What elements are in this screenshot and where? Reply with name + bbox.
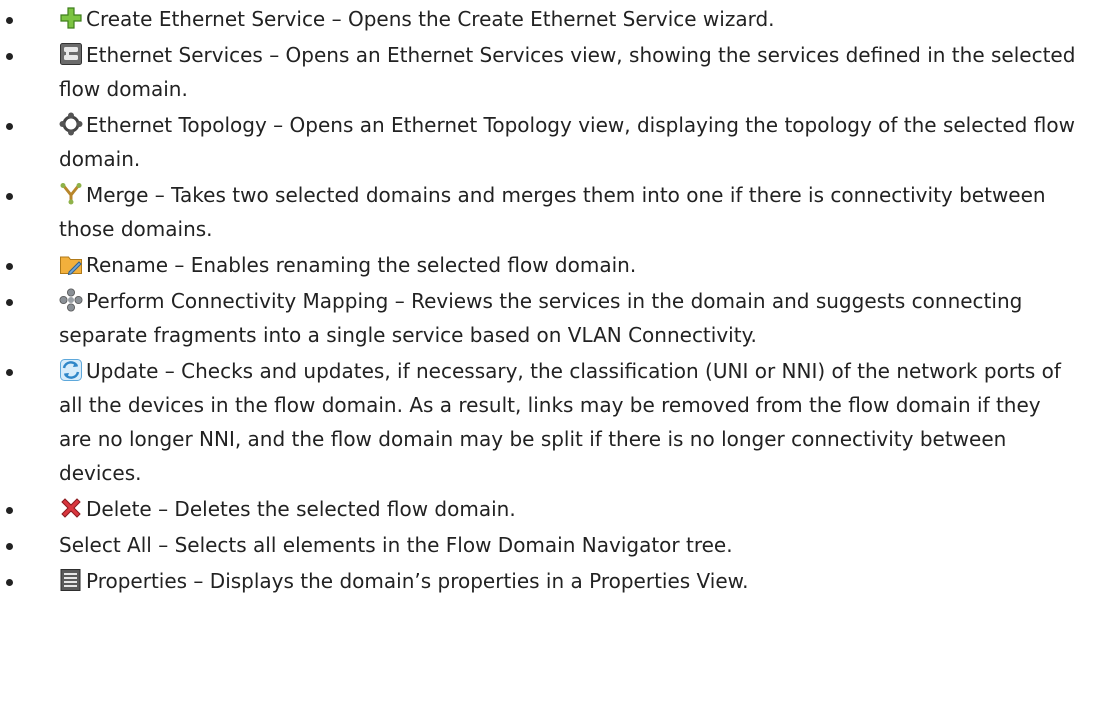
item-text: Perform Connectivity Mapping – Reviews t…	[59, 284, 1079, 352]
update-icon	[59, 358, 83, 382]
item-label: Select All – Selects all elements in the…	[59, 533, 733, 557]
item-label: Ethernet Topology – Opens an Ethernet To…	[59, 113, 1075, 171]
bullet	[6, 17, 13, 24]
ethernet-topology-icon	[59, 112, 83, 136]
ethernet-services-icon	[59, 42, 83, 66]
item-text: Ethernet Services – Opens an Ethernet Se…	[59, 38, 1079, 106]
item-text: Update – Checks and updates, if necessar…	[59, 354, 1079, 490]
delete-icon	[59, 496, 83, 520]
bullet	[6, 579, 13, 586]
item-label: Properties – Displays the domain’s prope…	[86, 569, 749, 593]
rename-icon	[59, 252, 83, 276]
item-text: Merge – Takes two selected domains and m…	[59, 178, 1079, 246]
item-text: Ethernet Topology – Opens an Ethernet To…	[59, 108, 1079, 176]
bullet	[6, 507, 13, 514]
item-text: Rename – Enables renaming the selected f…	[59, 248, 1079, 282]
connectivity-mapping-icon	[59, 288, 83, 312]
item-label: Delete – Deletes the selected flow domai…	[86, 497, 516, 521]
bullet	[6, 543, 13, 550]
item-label: Merge – Takes two selected domains and m…	[59, 183, 1046, 241]
bullet	[6, 123, 13, 130]
bullet	[6, 369, 13, 376]
item-text: Create Ethernet Service – Opens the Crea…	[59, 2, 1079, 36]
item-text: Delete – Deletes the selected flow domai…	[59, 492, 1079, 526]
bullet	[6, 263, 13, 270]
properties-icon	[59, 568, 83, 592]
item-label: Update – Checks and updates, if necessar…	[59, 359, 1061, 485]
item-label: Ethernet Services – Opens an Ethernet Se…	[59, 43, 1076, 101]
item-text: Properties – Displays the domain’s prope…	[59, 564, 1079, 598]
create-ethernet-service-icon	[59, 6, 83, 30]
item-label: Rename – Enables renaming the selected f…	[86, 253, 637, 277]
bullet	[6, 299, 13, 306]
bullet	[6, 193, 13, 200]
item-text: Select All – Selects all elements in the…	[59, 528, 1079, 562]
bullet	[6, 53, 13, 60]
item-label: Perform Connectivity Mapping – Reviews t…	[59, 289, 1023, 347]
item-label: Create Ethernet Service – Opens the Crea…	[86, 7, 775, 31]
merge-icon	[59, 182, 83, 206]
